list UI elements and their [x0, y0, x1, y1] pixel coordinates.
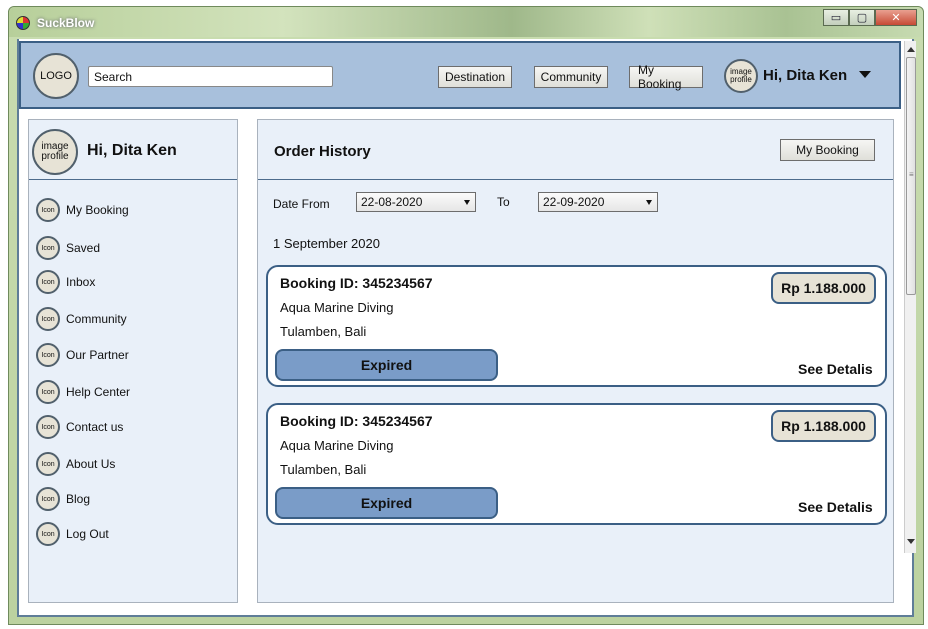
app-logo-icon [16, 16, 30, 30]
logout-icon: Icon [36, 522, 60, 546]
sidebar-avatar[interactable]: image profile [32, 129, 78, 175]
my-booking-button[interactable]: My Booking [780, 139, 875, 161]
date-from-label: Date From [273, 197, 330, 211]
sidebar-item-community[interactable]: Icon Community [36, 306, 127, 332]
page-title: Order History [274, 143, 371, 160]
price-badge: Rp 1.188.000 [771, 272, 876, 304]
order-name: Aqua Marine Diving [280, 300, 394, 315]
sidebar-item-log-out[interactable]: Icon Log Out [36, 521, 109, 547]
date-group-heading: 1 September 2020 [273, 236, 380, 251]
header-greeting[interactable]: Hi, Dita Ken [763, 67, 847, 84]
chevron-down-icon[interactable] [859, 71, 871, 78]
order-card: Booking ID: 345234567 Aqua Marine Diving… [266, 403, 887, 525]
sidebar-item-label: Saved [66, 241, 101, 255]
price-badge: Rp 1.188.000 [771, 410, 876, 442]
sidebar-item-inbox[interactable]: Icon Inbox [36, 269, 95, 295]
see-details-link[interactable]: See Detalis [798, 361, 873, 377]
sidebar-item-label: Blog [66, 492, 91, 506]
sidebar-item-label: My Booking [66, 203, 129, 217]
sidebar-profile-name: Hi, Dita Ken [87, 142, 177, 159]
status-badge: Expired [275, 487, 498, 519]
contact-icon: Icon [36, 415, 60, 439]
scroll-thumb[interactable]: ≡ [906, 57, 916, 295]
sidebar-item-label: Contact us [66, 420, 124, 434]
about-icon: Icon [36, 452, 60, 476]
sidebar-item-label: Our Partner [66, 348, 129, 362]
inbox-icon: Icon [36, 270, 60, 294]
scroll-up-icon[interactable] [907, 47, 915, 52]
sidebar-item-label: Log Out [66, 527, 109, 541]
sidebar-divider [29, 179, 237, 180]
close-button[interactable]: ✕ [875, 9, 917, 26]
minimize-button[interactable]: ▭ [823, 9, 849, 26]
app-window: SuckBlow ▭ ▢ ✕ LOGO Search Destination C… [8, 6, 924, 625]
date-to-value: 22-09-2020 [543, 195, 605, 209]
header-avatar[interactable]: image profile [724, 59, 758, 93]
sidebar-item-our-partner[interactable]: Icon Our Partner [36, 342, 129, 368]
blog-icon: Icon [36, 487, 60, 511]
order-name: Aqua Marine Diving [280, 438, 394, 453]
order-location: Tulamben, Bali [280, 324, 367, 339]
see-details-link[interactable]: See Detalis [798, 499, 873, 515]
top-header: LOGO Search Destination Community My Boo… [19, 41, 901, 109]
sidebar: image profile Hi, Dita Ken Icon My Booki… [28, 119, 238, 603]
sidebar-item-label: Community [66, 312, 127, 326]
search-input[interactable]: Search [88, 66, 333, 87]
maximize-button[interactable]: ▢ [849, 9, 875, 26]
scroll-down-icon[interactable] [907, 539, 915, 544]
vertical-scrollbar[interactable]: ≡ [904, 41, 916, 553]
order-location: Tulamben, Bali [280, 462, 367, 477]
main-divider [258, 179, 893, 180]
date-from-select[interactable]: 22-08-2020 [356, 192, 476, 212]
community-button[interactable]: Community [534, 66, 608, 88]
sidebar-item-my-booking[interactable]: Icon My Booking [36, 197, 129, 223]
chevron-down-icon [646, 200, 652, 205]
partner-icon: Icon [36, 343, 60, 367]
booking-id: Booking ID: 345234567 [280, 413, 433, 429]
order-card: Booking ID: 345234567 Aqua Marine Diving… [266, 265, 887, 387]
chevron-down-icon [464, 200, 470, 205]
community-icon: Icon [36, 307, 60, 331]
title-bar[interactable]: SuckBlow ▭ ▢ ✕ [9, 7, 923, 37]
saved-icon: Icon [36, 236, 60, 260]
window-controls: ▭ ▢ ✕ [823, 9, 917, 26]
status-badge: Expired [275, 349, 498, 381]
sidebar-item-saved[interactable]: Icon Saved [36, 235, 100, 261]
date-to-label: To [497, 195, 510, 209]
sidebar-item-contact-us[interactable]: Icon Contact us [36, 414, 123, 440]
sidebar-item-label: Inbox [66, 275, 96, 289]
sidebar-item-about-us[interactable]: Icon About Us [36, 451, 115, 477]
help-icon: Icon [36, 380, 60, 404]
booking-id: Booking ID: 345234567 [280, 275, 433, 291]
site-logo[interactable]: LOGO [33, 53, 79, 99]
date-to-select[interactable]: 22-09-2020 [538, 192, 658, 212]
sidebar-item-blog[interactable]: Icon Blog [36, 486, 90, 512]
grip-icon: ≡ [909, 170, 914, 179]
window-client-area: LOGO Search Destination Community My Boo… [17, 39, 916, 617]
sidebar-item-help-center[interactable]: Icon Help Center [36, 379, 130, 405]
booking-icon: Icon [36, 198, 60, 222]
destination-button[interactable]: Destination [438, 66, 512, 88]
date-from-value: 22-08-2020 [361, 195, 423, 209]
sidebar-item-label: About Us [66, 457, 116, 471]
sidebar-item-label: Help Center [66, 385, 131, 399]
order-history-panel: Order History My Booking Date From 22-08… [257, 119, 894, 603]
my-booking-nav-button[interactable]: My Booking [629, 63, 703, 91]
window-title: SuckBlow [37, 16, 95, 30]
